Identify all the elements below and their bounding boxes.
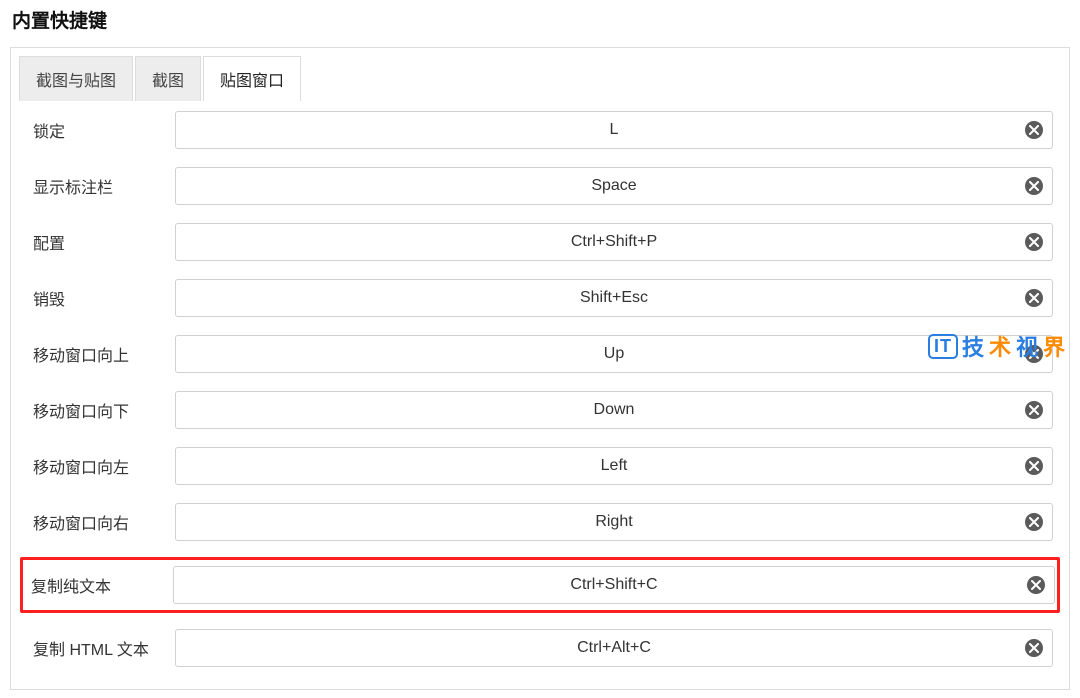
clear-icon[interactable]: [1025, 513, 1043, 531]
shortcut-input[interactable]: [175, 629, 1053, 667]
clear-icon[interactable]: [1025, 639, 1043, 657]
shortcut-input-wrap: [175, 391, 1053, 429]
shortcut-label: 移动窗口向右: [27, 510, 167, 534]
shortcut-label: 复制 HTML 文本: [27, 636, 167, 660]
shortcut-input[interactable]: [175, 279, 1053, 317]
shortcut-row: 复制 HTML 文本: [25, 627, 1055, 669]
clear-icon[interactable]: [1025, 401, 1043, 419]
clear-icon[interactable]: [1025, 289, 1043, 307]
shortcut-label: 销毁: [27, 286, 167, 310]
shortcut-input-wrap: [175, 629, 1053, 667]
shortcut-input-wrap: [175, 447, 1053, 485]
shortcut-row: 销毁: [25, 277, 1055, 319]
shortcut-label: 配置: [27, 230, 167, 254]
shortcut-row: 移动窗口向上: [25, 333, 1055, 375]
shortcut-label: 复制纯文本: [25, 573, 165, 597]
shortcut-row: 移动窗口向右: [25, 501, 1055, 543]
shortcut-input[interactable]: [175, 335, 1053, 373]
clear-icon[interactable]: [1025, 121, 1043, 139]
shortcut-row: 移动窗口向左: [25, 445, 1055, 487]
shortcut-input-wrap: [175, 167, 1053, 205]
tab-0[interactable]: 截图与贴图: [19, 56, 133, 101]
shortcut-input-wrap: [175, 335, 1053, 373]
shortcut-row: 移动窗口向下: [25, 389, 1055, 431]
shortcut-input-wrap: [173, 566, 1055, 604]
shortcut-input-wrap: [175, 223, 1053, 261]
clear-icon[interactable]: [1025, 177, 1043, 195]
clear-icon[interactable]: [1027, 576, 1045, 594]
shortcut-rows: 锁定显示标注栏配置销毁移动窗口向上移动窗口向下移动窗口向左移动窗口向右复制纯文本…: [19, 109, 1061, 669]
page-title: 内置快捷键: [10, 0, 1070, 47]
shortcut-input[interactable]: [175, 391, 1053, 429]
shortcut-input-wrap: [175, 503, 1053, 541]
shortcut-label: 锁定: [27, 118, 167, 142]
shortcut-input[interactable]: [173, 566, 1055, 604]
shortcut-input[interactable]: [175, 447, 1053, 485]
shortcut-input-wrap: [175, 111, 1053, 149]
clear-icon[interactable]: [1025, 345, 1043, 363]
shortcut-input[interactable]: [175, 167, 1053, 205]
shortcut-row: 复制纯文本: [20, 557, 1060, 613]
shortcut-row: 锁定: [25, 109, 1055, 151]
tab-1[interactable]: 截图: [135, 56, 201, 101]
shortcut-input-wrap: [175, 279, 1053, 317]
clear-icon[interactable]: [1025, 457, 1043, 475]
shortcut-panel: 截图与贴图截图贴图窗口 锁定显示标注栏配置销毁移动窗口向上移动窗口向下移动窗口向…: [10, 47, 1070, 690]
clear-icon[interactable]: [1025, 233, 1043, 251]
shortcut-label: 移动窗口向上: [27, 342, 167, 366]
shortcut-input[interactable]: [175, 111, 1053, 149]
shortcut-label: 移动窗口向下: [27, 398, 167, 422]
shortcut-input[interactable]: [175, 223, 1053, 261]
shortcut-label: 显示标注栏: [27, 174, 167, 198]
tab-2[interactable]: 贴图窗口: [203, 56, 301, 101]
tabs: 截图与贴图截图贴图窗口: [19, 56, 1061, 109]
shortcut-input[interactable]: [175, 503, 1053, 541]
shortcut-row: 配置: [25, 221, 1055, 263]
shortcut-label: 移动窗口向左: [27, 454, 167, 478]
shortcut-row: 显示标注栏: [25, 165, 1055, 207]
